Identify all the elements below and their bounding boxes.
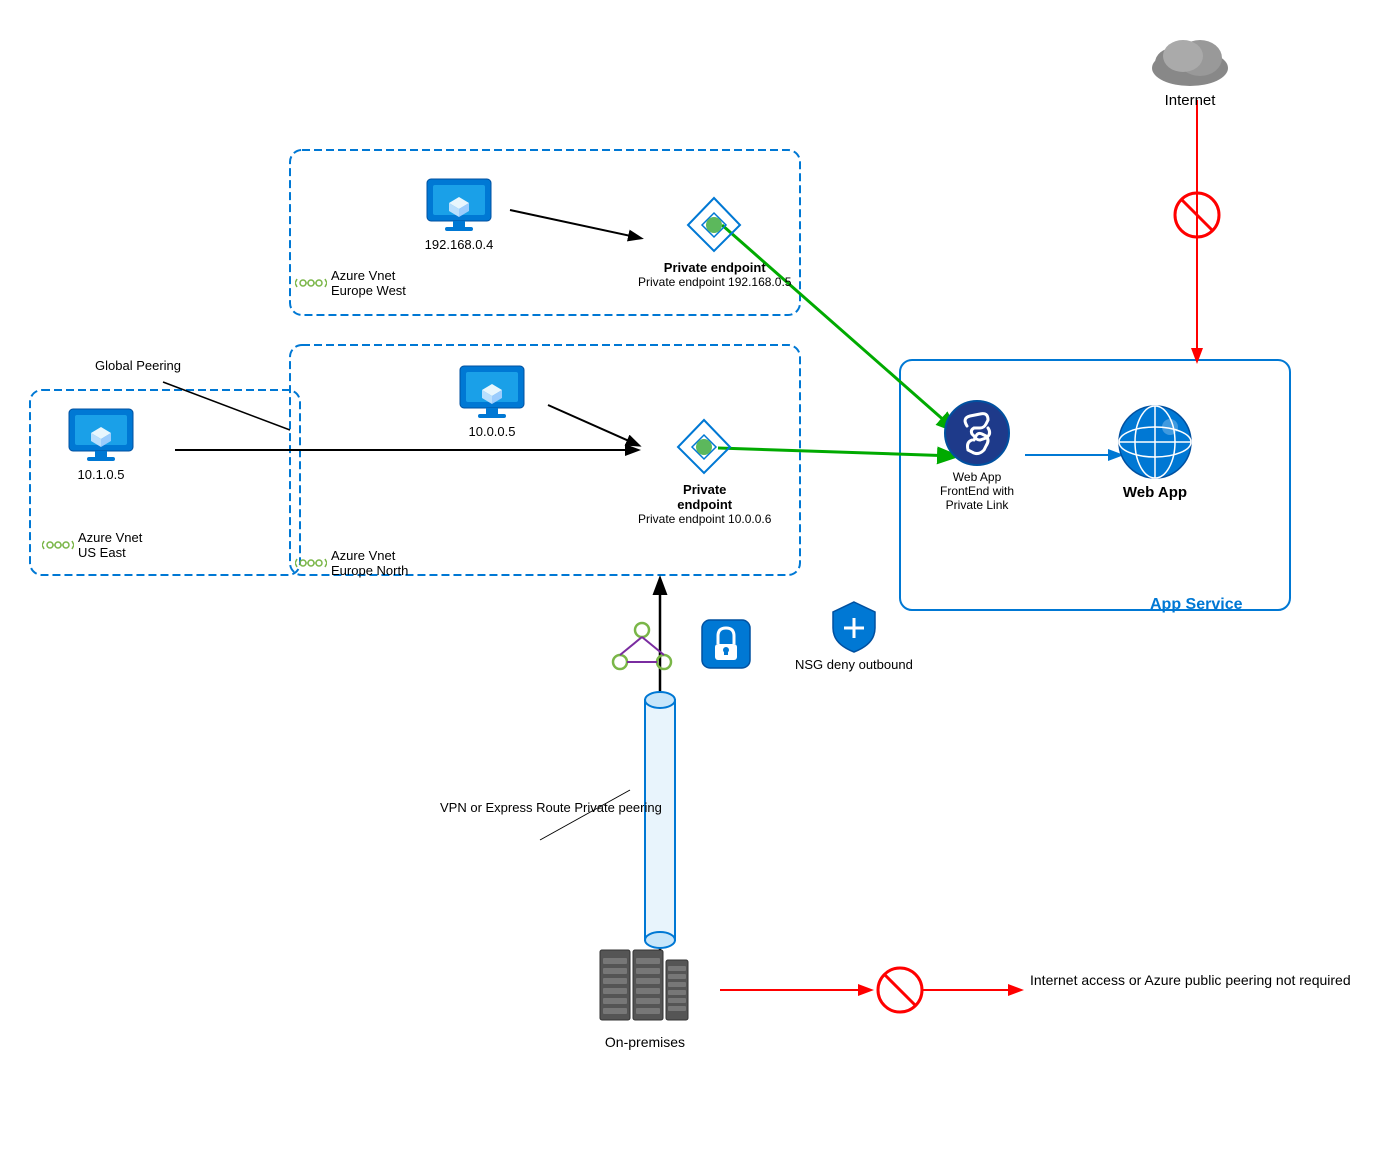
pe-europe-north-icon: Private endpoint Private endpoint 10.0.0…: [638, 415, 771, 526]
vpn-label-text: VPN or Express Route Private peering: [440, 800, 662, 815]
on-premises-icon: On-premises: [595, 940, 695, 1050]
internet-cloud-icon: Internet: [1145, 28, 1235, 109]
web-app-label: Web App: [1123, 484, 1187, 501]
internet-access-text: Internet access or Azure public peering …: [1030, 972, 1351, 988]
vnet-us-east-label: Azure VnetUS East: [42, 530, 142, 560]
vm-europe-west-ip-label: 192.168.0.4: [425, 237, 494, 252]
vnet-europe-west-text: Azure VnetEurope West: [331, 268, 406, 298]
internet-access-label: Internet access or Azure public peering …: [1030, 972, 1351, 988]
diagram-container: Internet 192.168.0.4 Private endpoint: [0, 0, 1387, 1172]
vnet-europe-north-text: Azure VnetEurope North: [331, 548, 408, 578]
web-app-frontend-icon: Web AppFrontEnd withPrivate Link: [940, 398, 1014, 512]
vpn-gateway-icon: [700, 618, 752, 670]
global-peering-label: Global Peering: [95, 358, 181, 373]
web-app-icon: Web App: [1115, 402, 1195, 501]
vnet-europe-west-label: Azure VnetEurope West: [295, 268, 406, 298]
vnet-us-east-text: Azure VnetUS East: [78, 530, 142, 560]
vnet-europe-north-label: Azure VnetEurope North: [295, 548, 408, 578]
nsg-icon: NSG deny outbound: [795, 600, 913, 672]
on-premises-label: On-premises: [605, 1034, 685, 1050]
pe-europe-west-label: Private endpoint: [664, 260, 766, 275]
vpn-cylinder: [640, 680, 680, 965]
nsg-label: NSG deny outbound: [795, 657, 913, 672]
app-service-label: App Service: [1150, 596, 1242, 614]
internet-label: Internet: [1165, 92, 1216, 109]
vm-europe-north-ip-label: 10.0.0.5: [469, 424, 516, 439]
vm-europe-north-icon: 10.0.0.5: [456, 362, 528, 439]
pe-europe-north-bold-label: Private: [683, 482, 726, 497]
pe-europe-north-bold-label2: endpoint: [677, 497, 732, 512]
pe-europe-north-ip-label: Private endpoint 10.0.0.6: [638, 512, 771, 526]
pe-europe-west-ip-label: Private endpoint 192.168.0.5: [638, 275, 791, 289]
pe-europe-west-icon: Private endpoint Private endpoint 192.16…: [638, 193, 791, 289]
vm-europe-west-icon: 192.168.0.4: [423, 175, 495, 252]
web-app-frontend-label: Web AppFrontEnd withPrivate Link: [940, 470, 1014, 512]
vm-us-east-icon: 10.1.0.5: [65, 405, 137, 482]
vpn-triangle-icon: [610, 618, 675, 673]
vm-us-east-ip-label: 10.1.0.5: [78, 467, 125, 482]
vpn-label: VPN or Express Route Private peering: [440, 800, 662, 815]
